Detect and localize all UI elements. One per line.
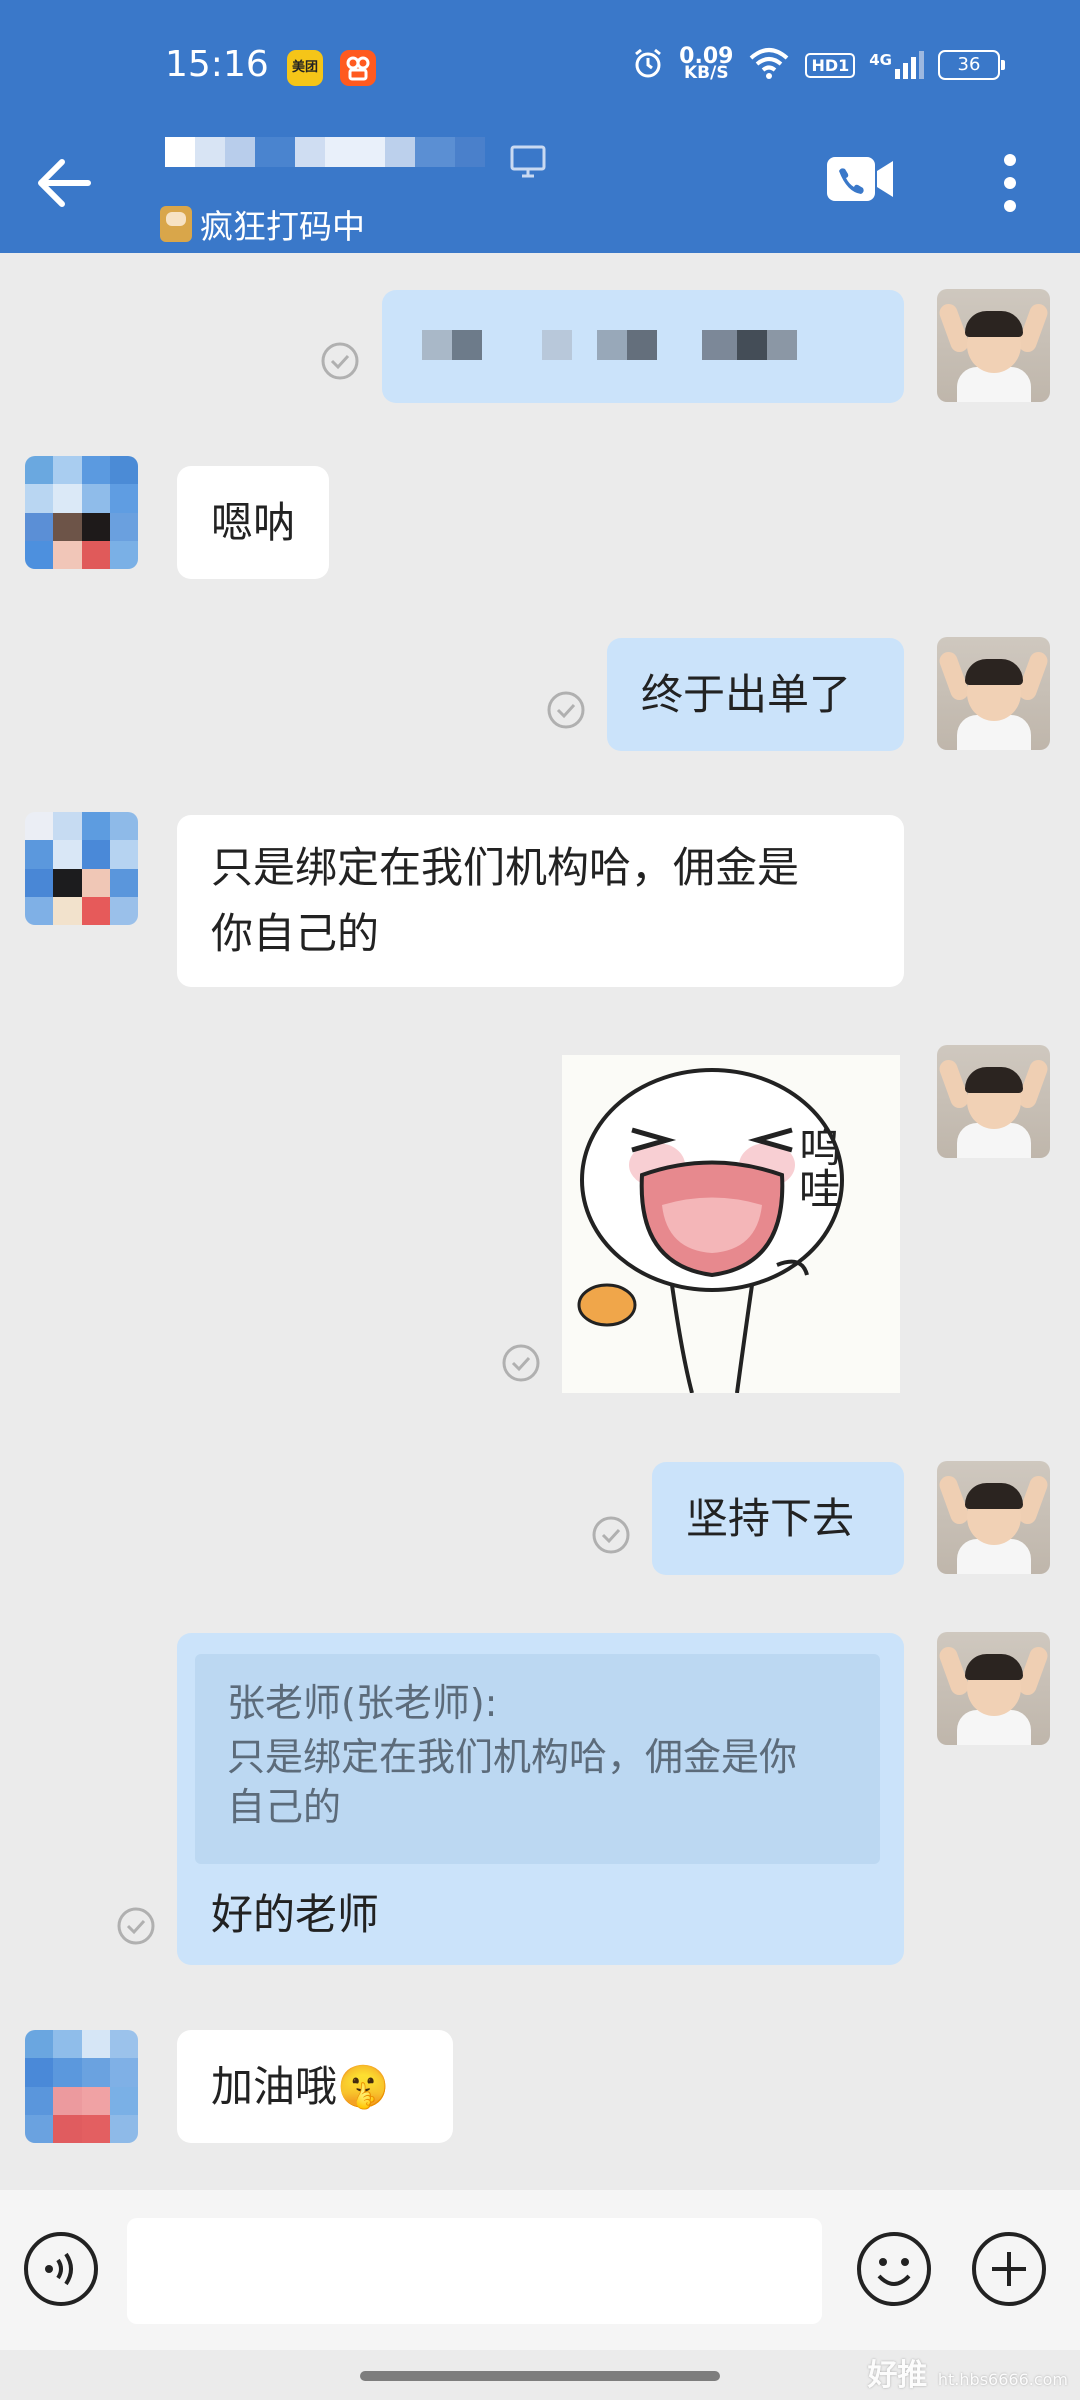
contact-avatar[interactable]: [25, 2030, 138, 2143]
read-check-icon: [117, 1907, 155, 1945]
my-avatar[interactable]: [937, 1632, 1050, 1745]
sticker-text: 呜哇: [793, 1125, 842, 1209]
read-check-icon: [502, 1344, 540, 1382]
more-options-icon[interactable]: [990, 150, 1030, 216]
my-avatar[interactable]: [937, 289, 1050, 402]
my-avatar[interactable]: [937, 1045, 1050, 1158]
kuaishou-app-icon: [340, 50, 376, 86]
message-input[interactable]: [127, 2218, 822, 2324]
contact-name-redacted: [165, 137, 485, 167]
video-call-icon[interactable]: [825, 153, 897, 205]
my-avatar[interactable]: [937, 637, 1050, 750]
net-speed: 0.09 KB/S: [679, 44, 734, 83]
message-bubble[interactable]: 只是绑定在我们机构哈，佣金是 你自己的: [177, 815, 904, 987]
quote-author: 张老师(张老师):: [227, 1681, 498, 1725]
message-bubble[interactable]: 坚持下去: [652, 1462, 904, 1575]
watermark-logo: 好推 ht.hbs6666.com: [867, 2358, 1068, 2393]
cell-signal-icon: 4G: [869, 51, 924, 79]
read-check-icon: [592, 1516, 630, 1554]
read-check-icon: [547, 691, 585, 729]
voice-input-icon[interactable]: [22, 2230, 100, 2308]
message-bubble[interactable]: [382, 290, 904, 403]
wifi-icon: [747, 46, 791, 84]
my-avatar[interactable]: [937, 1461, 1050, 1574]
contact-avatar[interactable]: [25, 456, 138, 569]
status-time: 15:16: [165, 44, 269, 85]
status-icons: 0.09 KB/S HD1 4G 36: [631, 44, 1005, 84]
crying-sticker-image[interactable]: 呜哇: [562, 1055, 900, 1393]
contact-avatar[interactable]: [25, 812, 138, 925]
quote-text: 只是绑定在我们机构哈，佣金是你: [227, 1735, 798, 1779]
quote-text: 自己的: [227, 1785, 342, 1829]
emoji-picker-icon[interactable]: [855, 2230, 933, 2308]
message-bubble[interactable]: 加油哦🤫: [177, 2030, 453, 2143]
contact-status: 疯狂打码中: [160, 200, 365, 248]
home-indicator[interactable]: [360, 2371, 720, 2381]
battery-icon: 36: [938, 50, 1005, 80]
status-emoji-icon: [160, 206, 192, 242]
read-check-icon: [321, 342, 359, 380]
desktop-online-icon: [510, 145, 546, 183]
input-bar: [0, 2190, 1080, 2350]
message-bubble[interactable]: 终于出单了: [607, 638, 904, 751]
hd-badge: HD1: [805, 52, 856, 78]
redacted-text: [422, 330, 797, 360]
quoted-message[interactable]: 张老师(张老师): 只是绑定在我们机构哈，佣金是你 自己的: [195, 1654, 880, 1864]
alarm-icon: [631, 46, 665, 84]
back-arrow-icon[interactable]: [30, 148, 100, 218]
message-bubble[interactable]: 嗯呐: [177, 466, 330, 579]
meituan-app-icon: 美团: [287, 50, 323, 86]
status-text: 疯狂打码中: [200, 207, 365, 246]
reply-text: 好的老师: [211, 1890, 380, 1939]
shushing-emoji-icon: 🤫: [337, 2062, 390, 2111]
add-attachment-icon[interactable]: [970, 2230, 1048, 2308]
chat-header: 15:16 美团 0.09 KB/S HD1 4G 36 疯狂打码中: [0, 0, 1080, 253]
